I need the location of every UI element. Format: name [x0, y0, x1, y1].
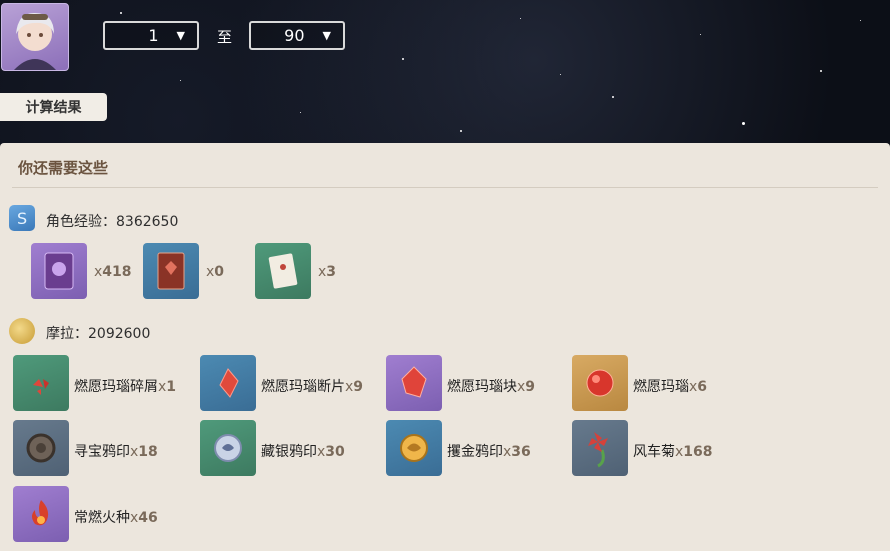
agate-sliver-icon	[13, 355, 69, 411]
mora-label-row: 摩拉：2092600	[46, 326, 151, 342]
material-item: 风车菊x168	[633, 444, 713, 460]
material-item: 寻宝鸦印x18	[74, 444, 158, 460]
character-exp-icon: S	[9, 205, 35, 231]
calculate-result-button[interactable]: 计算结果	[0, 93, 107, 121]
level-from-select[interactable]: 1 ▼	[103, 21, 199, 50]
green-exp-book-icon	[255, 243, 311, 299]
purple-exp-book-icon	[31, 243, 87, 299]
level-to-select[interactable]: 90 ▼	[249, 21, 345, 50]
mora-label: 摩拉	[46, 326, 74, 342]
range-separator-label: 至	[217, 28, 233, 46]
mora-value: 2092600	[88, 326, 151, 342]
exp-item-qty: x3	[318, 264, 337, 280]
exp-value: 8362650	[116, 214, 179, 230]
exp-label: 角色经验	[46, 214, 102, 230]
material-item: 燃愿玛瑙x6	[633, 379, 708, 395]
material-item: 燃愿玛瑙块x9	[447, 379, 536, 395]
svg-text:S: S	[17, 209, 27, 228]
exp-item-qty: x0	[206, 264, 225, 280]
divider	[12, 187, 878, 188]
everflame-seed-icon	[13, 486, 69, 542]
chevron-down-icon: ▼	[322, 29, 331, 42]
agate-gemstone-icon	[572, 355, 628, 411]
material-item: 攫金鸦印x36	[447, 444, 531, 460]
chevron-down-icon: ▼	[176, 29, 185, 42]
silver-raven-insignia-icon	[200, 420, 256, 476]
material-item: 常燃火种x46	[74, 510, 158, 526]
material-item: 燃愿玛瑙断片x9	[261, 379, 364, 395]
agate-chunk-icon	[386, 355, 442, 411]
exp-item-qty: x418	[94, 264, 132, 280]
mora-coin-icon	[9, 318, 35, 344]
windwheel-aster-icon	[572, 420, 628, 476]
result-panel: 你还需要这些 S 角色经验：8362650 x418 x0 x3 摩拉：2092…	[0, 143, 890, 551]
level-from-value: 1	[148, 26, 159, 45]
level-to-value: 90	[284, 26, 305, 45]
exp-label-row: 角色经验：8362650	[46, 214, 179, 230]
material-item: 藏银鸦印x30	[261, 444, 345, 460]
character-avatar[interactable]	[1, 3, 69, 71]
golden-raven-insignia-icon	[386, 420, 442, 476]
blue-exp-book-icon	[143, 243, 199, 299]
panel-title: 你还需要这些	[18, 159, 109, 177]
treasure-hoarder-insignia-icon	[13, 420, 69, 476]
material-item: 燃愿玛瑙碎屑x1	[74, 379, 177, 395]
agate-fragment-icon	[200, 355, 256, 411]
